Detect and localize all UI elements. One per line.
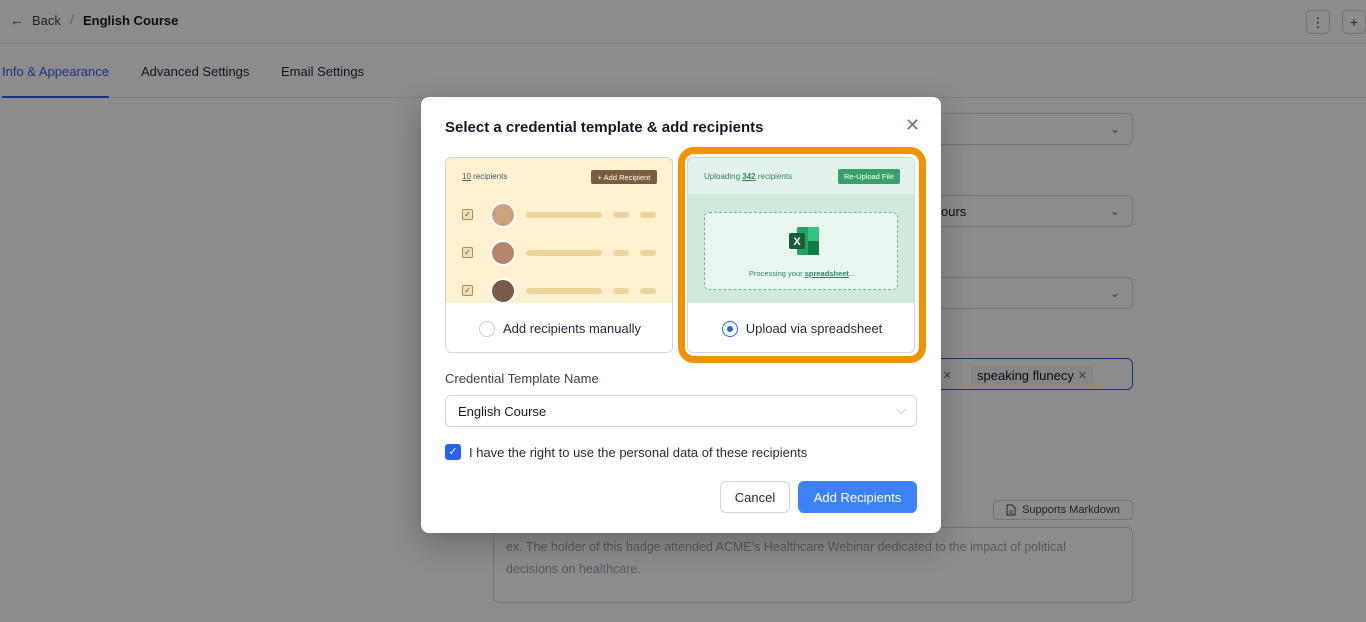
manual-preview-add-button: + Add Recipient — [591, 170, 657, 184]
placeholder-bar — [526, 212, 602, 218]
template-name-label: Credential Template Name — [445, 371, 599, 386]
preview-recipient-row: ✓ — [462, 202, 662, 228]
template-name-value: English Course — [458, 404, 547, 419]
radio-manual[interactable] — [478, 320, 495, 337]
cancel-button[interactable]: Cancel — [720, 481, 790, 513]
placeholder-bar — [526, 288, 602, 294]
consent-label: I have the right to use the personal dat… — [469, 444, 808, 460]
consent-row[interactable]: ✓ I have the right to use the personal d… — [445, 444, 807, 460]
preview-recipient-row: ✓ — [462, 240, 662, 266]
checkbox-icon: ✓ — [462, 285, 473, 296]
placeholder-bar — [613, 288, 629, 294]
placeholder-bar — [640, 288, 656, 294]
option-manual-label: Add recipients manually — [502, 321, 642, 336]
close-icon[interactable]: ✕ — [905, 115, 920, 136]
option-card-manual[interactable]: 10 recipients + Add Recipient ✓ ✓ ✓ Add … — [445, 157, 673, 353]
placeholder-bar — [640, 212, 656, 218]
manual-preview-illustration: 10 recipients + Add Recipient ✓ ✓ ✓ — [446, 158, 672, 304]
add-recipients-modal: Select a credential template & add recip… — [421, 97, 941, 533]
add-recipients-button[interactable]: Add Recipients — [798, 481, 917, 513]
manual-preview-count: 10 recipients — [462, 172, 508, 181]
consent-checkbox[interactable]: ✓ — [445, 444, 461, 460]
option-manual-radio-row[interactable]: Add recipients manually — [446, 303, 672, 352]
checkbox-icon: ✓ — [462, 209, 473, 220]
selected-option-highlight — [678, 147, 926, 363]
chevron-down-icon: ⌵ — [896, 402, 906, 417]
placeholder-bar — [526, 250, 602, 256]
placeholder-bar — [613, 212, 629, 218]
placeholder-bar — [640, 250, 656, 256]
template-name-select[interactable]: English Course ⌵ — [445, 395, 917, 427]
avatar — [490, 278, 516, 304]
modal-title: Select a credential template & add recip… — [445, 119, 764, 136]
placeholder-bar — [613, 250, 629, 256]
avatar — [490, 202, 516, 228]
preview-recipient-row: ✓ — [462, 278, 662, 304]
checkbox-icon: ✓ — [462, 247, 473, 258]
avatar — [490, 240, 516, 266]
